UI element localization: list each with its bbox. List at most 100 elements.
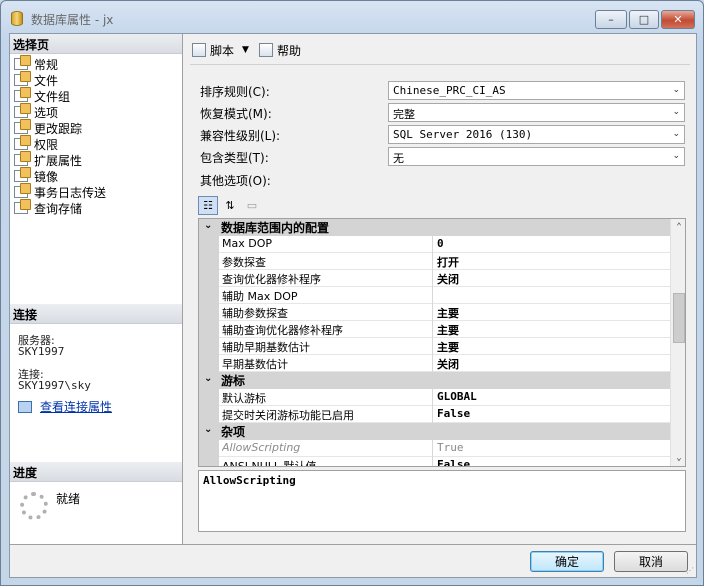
grid-property-row[interactable]: 辅助查询优化器修补程序 主要 xyxy=(199,321,670,338)
property-grid[interactable]: ⌄ 数据库范围内的配置 Max DOP 0 参数探查 打开 查询优化器修补程序 关闭 辅助 Ma… xyxy=(198,218,686,467)
column-divider xyxy=(432,270,433,287)
help-button[interactable]: 帮助 xyxy=(258,42,301,59)
containment-label: 包含类型(T): xyxy=(200,151,269,165)
grid-category-row[interactable]: ⌄ 杂项 xyxy=(199,423,670,440)
containment-select[interactable]: 无 ⌄ xyxy=(388,147,685,166)
grid-property-row[interactable]: Max DOP 0 xyxy=(199,236,670,253)
close-button[interactable]: ✕ xyxy=(661,10,695,29)
property-value[interactable]: GLOBAL xyxy=(437,390,477,403)
nav-item-label: 查询存储 xyxy=(34,201,83,216)
grid-property-row[interactable]: 早期基数估计 关闭 xyxy=(199,355,670,372)
ok-button[interactable]: 确定 xyxy=(530,551,604,572)
view-connection-link[interactable]: 查看连接属性 xyxy=(40,398,112,415)
collapse-chevron-icon[interactable]: ⌄ xyxy=(204,373,212,384)
cancel-button[interactable]: 取消 xyxy=(614,551,688,572)
nav-item[interactable]: 常规 xyxy=(14,55,58,72)
property-value[interactable]: 关闭 xyxy=(437,356,459,372)
nav-item-label: 镜像 xyxy=(34,169,59,184)
nav-item[interactable]: 事务日志传送 xyxy=(14,183,106,200)
nav-item[interactable]: 镜像 xyxy=(14,167,59,184)
recovery-select[interactable]: 完整 ⌄ xyxy=(388,103,685,122)
nav-item[interactable]: 文件 xyxy=(14,71,58,88)
property-value[interactable]: True xyxy=(437,441,464,454)
script-label: 脚本 xyxy=(210,43,235,58)
alphabetical-sort-icon[interactable]: ⇅ xyxy=(220,196,240,215)
nav-item[interactable]: 权限 xyxy=(14,135,59,152)
grid-category-row[interactable]: ⌄ 数据库范围内的配置 xyxy=(199,219,670,236)
toolbar: 脚本 ▼ 帮助 xyxy=(192,40,301,60)
scroll-thumb[interactable] xyxy=(673,293,685,343)
collation-select[interactable]: Chinese_PRC_CI_AS ⌄ xyxy=(388,81,685,100)
property-name: Max DOP xyxy=(222,237,272,250)
grid-scrollbar[interactable]: ⌃ ⌄ xyxy=(670,219,685,466)
categorized-view-icon[interactable]: ☷ xyxy=(198,195,218,215)
property-name: 早期基数估计 xyxy=(222,358,288,371)
row-gutter xyxy=(199,304,219,321)
script-dropdown-icon[interactable]: ▼ xyxy=(242,45,249,55)
property-name: 辅助查询优化器修补程序 xyxy=(222,324,343,337)
grid-property-row[interactable]: 提交时关闭游标功能已启用 False xyxy=(199,406,670,423)
resize-grip-icon[interactable]: ⋰ xyxy=(686,566,694,575)
scroll-down-icon[interactable]: ⌄ xyxy=(671,450,685,466)
minimize-button[interactable]: – xyxy=(595,10,627,29)
property-value[interactable]: 关闭 xyxy=(437,271,459,287)
page-icon xyxy=(14,103,31,118)
grid-category-row[interactable]: ⌄ 游标 xyxy=(199,372,670,389)
page-icon xyxy=(14,183,31,198)
row-gutter xyxy=(199,270,219,287)
page-icon xyxy=(14,151,31,166)
connection-header: 连接 xyxy=(10,304,182,324)
property-value[interactable]: 主要 xyxy=(437,322,459,338)
nav-item[interactable]: 扩展属性 xyxy=(14,151,82,168)
script-icon xyxy=(192,43,206,57)
compat-select[interactable]: SQL Server 2016 (130) ⌄ xyxy=(388,125,685,144)
grid-property-row[interactable]: 辅助早期基数估计 主要 xyxy=(199,338,670,355)
collapse-chevron-icon[interactable]: ⌄ xyxy=(204,424,212,435)
recovery-label: 恢复模式(M): xyxy=(200,107,272,121)
column-divider xyxy=(432,253,433,270)
grid-property-row[interactable]: ANSI NULL 默认值 False xyxy=(199,457,670,466)
row-gutter xyxy=(199,321,219,338)
maximize-button[interactable]: □ xyxy=(629,10,659,29)
grid-property-row[interactable]: 辅助参数探查 主要 xyxy=(199,304,670,321)
grid-property-row[interactable]: 查询优化器修补程序 关闭 xyxy=(199,270,670,287)
property-value[interactable]: False xyxy=(437,407,470,420)
nav-item[interactable]: 更改跟踪 xyxy=(14,119,83,136)
property-name: 辅助参数探查 xyxy=(222,307,288,320)
page-icon xyxy=(14,87,31,102)
view-connection-properties[interactable]: 查看连接属性 xyxy=(18,398,112,415)
progress-spinner-icon xyxy=(20,492,48,520)
column-divider xyxy=(432,440,433,457)
property-name: AllowScripting xyxy=(222,441,301,454)
grid-property-row[interactable]: 辅助 Max DOP xyxy=(199,287,670,304)
collapse-chevron-icon[interactable]: ⌄ xyxy=(204,220,212,231)
scroll-up-icon[interactable]: ⌃ xyxy=(671,219,685,235)
property-value[interactable]: 主要 xyxy=(437,305,459,321)
nav-item-label: 权限 xyxy=(34,137,59,152)
button-divider xyxy=(10,544,696,545)
nav-item[interactable]: 查询存储 xyxy=(14,199,83,216)
row-gutter xyxy=(199,236,219,253)
column-divider xyxy=(432,236,433,253)
page-icon xyxy=(14,55,31,70)
grid-property-row[interactable]: 默认游标 GLOBAL xyxy=(199,389,670,406)
property-pages-icon[interactable]: ▭ xyxy=(242,196,262,215)
nav-item[interactable]: 选项 xyxy=(14,103,58,120)
column-divider xyxy=(432,406,433,423)
property-value[interactable]: False xyxy=(437,458,470,466)
chevron-down-icon: ⌄ xyxy=(672,129,680,139)
grid-property-row[interactable]: AllowScripting True xyxy=(199,440,670,457)
script-button[interactable]: 脚本 xyxy=(192,42,234,59)
row-gutter xyxy=(199,440,219,457)
grid-property-row[interactable]: 参数探查 打开 xyxy=(199,253,670,270)
nav-item[interactable]: 文件组 xyxy=(14,87,70,104)
collation-label: 排序规则(C): xyxy=(200,85,270,99)
property-value[interactable]: 主要 xyxy=(437,339,459,355)
grid-category-name: 杂项 xyxy=(221,425,246,439)
property-value[interactable]: 0 xyxy=(437,237,444,250)
progress-header: 进度 xyxy=(10,462,182,482)
property-value[interactable]: 打开 xyxy=(437,254,459,270)
compat-value: SQL Server 2016 (130) xyxy=(393,128,533,141)
nav-item-label: 更改跟踪 xyxy=(34,121,83,136)
title-bar[interactable]: 数据库属性 - jx – □ ✕ xyxy=(1,1,703,33)
